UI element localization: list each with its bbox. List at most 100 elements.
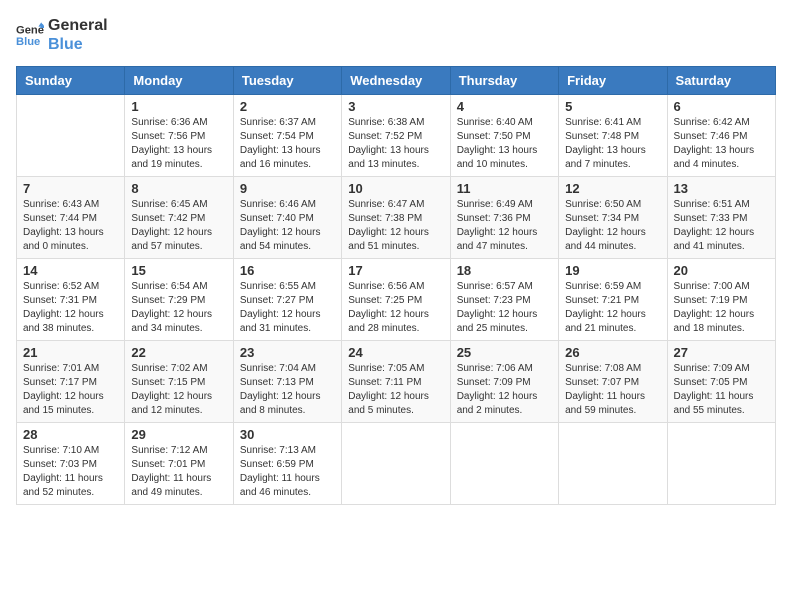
day-number: 9 bbox=[240, 181, 335, 196]
calendar-cell: 23 Sunrise: 7:04 AMSunset: 7:13 PMDayligh… bbox=[233, 341, 341, 423]
day-info: Sunrise: 6:51 AMSunset: 7:33 PMDaylight:… bbox=[674, 198, 769, 254]
calendar-cell bbox=[342, 423, 450, 505]
calendar-cell bbox=[17, 95, 125, 177]
calendar-cell: 5 Sunrise: 6:41 AMSunset: 7:48 PMDaylight… bbox=[559, 95, 667, 177]
day-number: 28 bbox=[23, 427, 118, 442]
calendar-cell bbox=[667, 423, 775, 505]
calendar-week-4: 21 Sunrise: 7:01 AMSunset: 7:17 PMDayligh… bbox=[17, 341, 776, 423]
day-number: 1 bbox=[131, 99, 226, 114]
calendar-table: SundayMondayTuesdayWednesdayThursdayFrid… bbox=[16, 66, 776, 505]
calendar-cell: 21 Sunrise: 7:01 AMSunset: 7:17 PMDayligh… bbox=[17, 341, 125, 423]
day-info: Sunrise: 7:06 AMSunset: 7:09 PMDaylight:… bbox=[457, 362, 552, 418]
day-number: 23 bbox=[240, 345, 335, 360]
calendar-cell: 30 Sunrise: 7:13 AMSunset: 6:59 PMDayligh… bbox=[233, 423, 341, 505]
day-info: Sunrise: 7:09 AMSunset: 7:05 PMDaylight:… bbox=[674, 362, 769, 418]
day-number: 7 bbox=[23, 181, 118, 196]
calendar-cell: 9 Sunrise: 6:46 AMSunset: 7:40 PMDaylight… bbox=[233, 177, 341, 259]
calendar-cell: 25Sunrise: 7:06 AMSunset: 7:09 PMDayligh… bbox=[450, 341, 558, 423]
day-info: Sunrise: 7:05 AMSunset: 7:11 PMDaylight:… bbox=[348, 362, 443, 418]
calendar-cell: 29 Sunrise: 7:12 AMSunset: 7:01 PMDayligh… bbox=[125, 423, 233, 505]
day-info: Sunrise: 6:37 AMSunset: 7:54 PMDaylight:… bbox=[240, 116, 335, 172]
weekday-header-thursday: Thursday bbox=[450, 67, 558, 95]
calendar-cell: 2Sunrise: 6:37 AMSunset: 7:54 PMDaylight… bbox=[233, 95, 341, 177]
calendar-header-row: SundayMondayTuesdayWednesdayThursdayFrid… bbox=[17, 67, 776, 95]
calendar-cell: 4Sunrise: 6:40 AMSunset: 7:50 PMDaylight… bbox=[450, 95, 558, 177]
svg-text:Blue: Blue bbox=[16, 36, 40, 48]
weekday-header-friday: Friday bbox=[559, 67, 667, 95]
weekday-header-saturday: Saturday bbox=[667, 67, 775, 95]
calendar-cell: 24Sunrise: 7:05 AMSunset: 7:11 PMDayligh… bbox=[342, 341, 450, 423]
day-number: 15 bbox=[131, 263, 226, 278]
calendar-cell: 16 Sunrise: 6:55 AMSunset: 7:27 PMDayligh… bbox=[233, 259, 341, 341]
day-number: 5 bbox=[565, 99, 660, 114]
calendar-week-2: 7 Sunrise: 6:43 AMSunset: 7:44 PMDaylight… bbox=[17, 177, 776, 259]
day-info: Sunrise: 6:40 AMSunset: 7:50 PMDaylight:… bbox=[457, 116, 552, 172]
calendar-cell: 28 Sunrise: 7:10 AMSunset: 7:03 PMDayligh… bbox=[17, 423, 125, 505]
calendar-cell: 17Sunrise: 6:56 AMSunset: 7:25 PMDayligh… bbox=[342, 259, 450, 341]
day-number: 29 bbox=[131, 427, 226, 442]
weekday-header-tuesday: Tuesday bbox=[233, 67, 341, 95]
day-info: Sunrise: 7:12 AMSunset: 7:01 PMDaylight:… bbox=[131, 444, 226, 500]
calendar-cell: 13Sunrise: 6:51 AMSunset: 7:33 PMDayligh… bbox=[667, 177, 775, 259]
weekday-header-wednesday: Wednesday bbox=[342, 67, 450, 95]
calendar-cell: 27 Sunrise: 7:09 AMSunset: 7:05 PMDayligh… bbox=[667, 341, 775, 423]
calendar-week-5: 28 Sunrise: 7:10 AMSunset: 7:03 PMDayligh… bbox=[17, 423, 776, 505]
calendar-week-1: 1 Sunrise: 6:36 AMSunset: 7:56 PMDaylight… bbox=[17, 95, 776, 177]
day-info: Sunrise: 6:55 AMSunset: 7:27 PMDaylight:… bbox=[240, 280, 335, 336]
day-number: 20 bbox=[674, 263, 769, 278]
day-info: Sunrise: 7:01 AMSunset: 7:17 PMDaylight:… bbox=[23, 362, 118, 418]
logo-general: General bbox=[48, 16, 108, 35]
day-info: Sunrise: 7:00 AMSunset: 7:19 PMDaylight:… bbox=[674, 280, 769, 336]
day-info: Sunrise: 6:52 AMSunset: 7:31 PMDaylight:… bbox=[23, 280, 118, 336]
day-number: 11 bbox=[457, 181, 552, 196]
calendar-cell bbox=[559, 423, 667, 505]
day-number: 21 bbox=[23, 345, 118, 360]
day-info: Sunrise: 6:57 AMSunset: 7:23 PMDaylight:… bbox=[457, 280, 552, 336]
weekday-header-sunday: Sunday bbox=[17, 67, 125, 95]
day-info: Sunrise: 7:04 AMSunset: 7:13 PMDaylight:… bbox=[240, 362, 335, 418]
day-number: 22 bbox=[131, 345, 226, 360]
calendar-cell: 15 Sunrise: 6:54 AMSunset: 7:29 PMDayligh… bbox=[125, 259, 233, 341]
day-info: Sunrise: 6:50 AMSunset: 7:34 PMDaylight:… bbox=[565, 198, 660, 254]
calendar-cell: 20 Sunrise: 7:00 AMSunset: 7:19 PMDayligh… bbox=[667, 259, 775, 341]
calendar-cell: 1 Sunrise: 6:36 AMSunset: 7:56 PMDaylight… bbox=[125, 95, 233, 177]
calendar-cell: 22 Sunrise: 7:02 AMSunset: 7:15 PMDayligh… bbox=[125, 341, 233, 423]
day-info: Sunrise: 6:56 AMSunset: 7:25 PMDaylight:… bbox=[348, 280, 443, 336]
day-number: 18 bbox=[457, 263, 552, 278]
logo: General Blue General Blue bbox=[16, 16, 108, 54]
day-info: Sunrise: 7:13 AMSunset: 6:59 PMDaylight:… bbox=[240, 444, 335, 500]
day-number: 27 bbox=[674, 345, 769, 360]
calendar-cell: 7 Sunrise: 6:43 AMSunset: 7:44 PMDaylight… bbox=[17, 177, 125, 259]
calendar-cell: 19Sunrise: 6:59 AMSunset: 7:21 PMDayligh… bbox=[559, 259, 667, 341]
day-info: Sunrise: 6:43 AMSunset: 7:44 PMDaylight:… bbox=[23, 198, 118, 254]
calendar-cell: 26 Sunrise: 7:08 AMSunset: 7:07 PMDayligh… bbox=[559, 341, 667, 423]
calendar-cell: 12 Sunrise: 6:50 AMSunset: 7:34 PMDayligh… bbox=[559, 177, 667, 259]
day-info: Sunrise: 6:47 AMSunset: 7:38 PMDaylight:… bbox=[348, 198, 443, 254]
day-info: Sunrise: 6:45 AMSunset: 7:42 PMDaylight:… bbox=[131, 198, 226, 254]
day-info: Sunrise: 7:10 AMSunset: 7:03 PMDaylight:… bbox=[23, 444, 118, 500]
calendar-cell: 18 Sunrise: 6:57 AMSunset: 7:23 PMDayligh… bbox=[450, 259, 558, 341]
day-info: Sunrise: 6:38 AMSunset: 7:52 PMDaylight:… bbox=[348, 116, 443, 172]
day-number: 26 bbox=[565, 345, 660, 360]
page-header: General Blue General Blue bbox=[16, 16, 776, 54]
day-info: Sunrise: 6:41 AMSunset: 7:48 PMDaylight:… bbox=[565, 116, 660, 172]
calendar-cell: 8 Sunrise: 6:45 AMSunset: 7:42 PMDaylight… bbox=[125, 177, 233, 259]
day-info: Sunrise: 6:59 AMSunset: 7:21 PMDaylight:… bbox=[565, 280, 660, 336]
day-info: Sunrise: 7:02 AMSunset: 7:15 PMDaylight:… bbox=[131, 362, 226, 418]
day-number: 10 bbox=[348, 181, 443, 196]
day-info: Sunrise: 7:08 AMSunset: 7:07 PMDaylight:… bbox=[565, 362, 660, 418]
day-number: 8 bbox=[131, 181, 226, 196]
day-number: 16 bbox=[240, 263, 335, 278]
day-number: 14 bbox=[23, 263, 118, 278]
calendar-cell bbox=[450, 423, 558, 505]
calendar-cell: 10 Sunrise: 6:47 AMSunset: 7:38 PMDayligh… bbox=[342, 177, 450, 259]
day-number: 30 bbox=[240, 427, 335, 442]
day-info: Sunrise: 6:36 AMSunset: 7:56 PMDaylight:… bbox=[131, 116, 226, 172]
day-info: Sunrise: 6:54 AMSunset: 7:29 PMDaylight:… bbox=[131, 280, 226, 336]
day-number: 6 bbox=[674, 99, 769, 114]
calendar-week-3: 14 Sunrise: 6:52 AMSunset: 7:31 PMDayligh… bbox=[17, 259, 776, 341]
day-info: Sunrise: 6:46 AMSunset: 7:40 PMDaylight:… bbox=[240, 198, 335, 254]
calendar-cell: 6Sunrise: 6:42 AMSunset: 7:46 PMDaylight… bbox=[667, 95, 775, 177]
day-number: 12 bbox=[565, 181, 660, 196]
calendar-cell: 3Sunrise: 6:38 AMSunset: 7:52 PMDaylight… bbox=[342, 95, 450, 177]
